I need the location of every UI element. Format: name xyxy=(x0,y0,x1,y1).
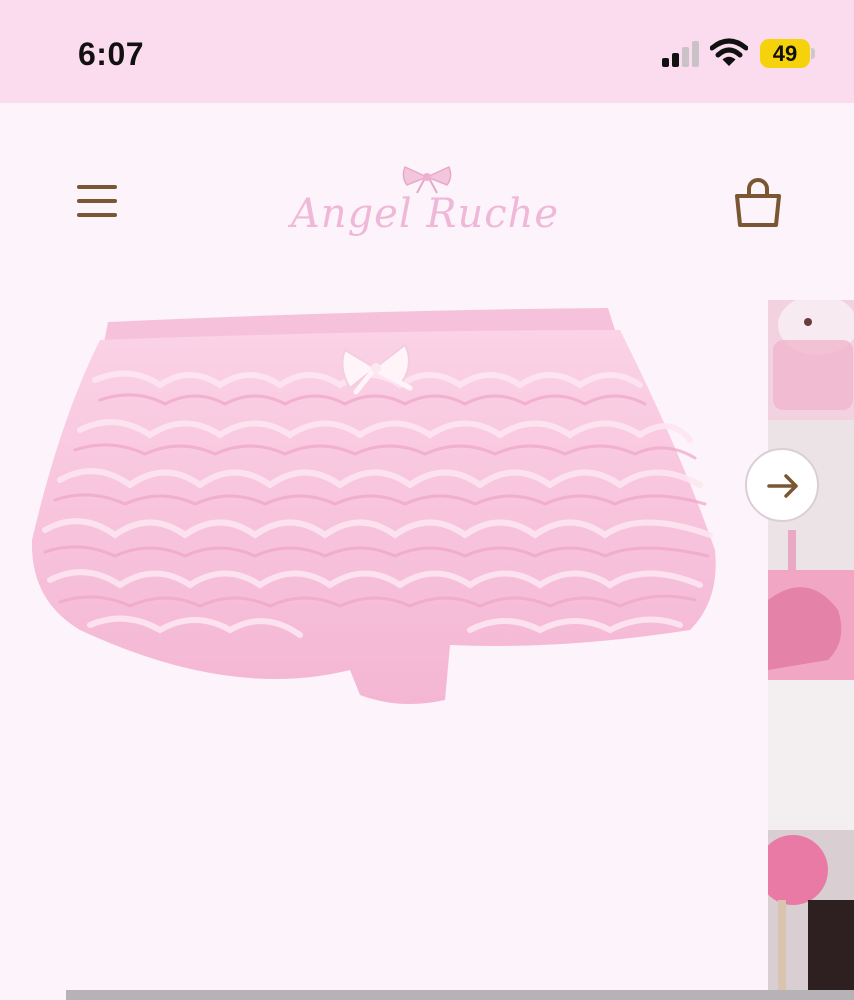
product-image-ruffle-shorts[interactable] xyxy=(0,300,768,990)
battery-tip xyxy=(811,48,815,59)
site-header: Angel Ruche xyxy=(0,103,854,300)
battery-icon: 49 xyxy=(760,39,810,68)
next-product-image-preview[interactable] xyxy=(768,300,854,990)
horizontal-scrollbar[interactable] xyxy=(66,990,854,1000)
status-time: 6:07 xyxy=(78,36,145,72)
next-image-button[interactable] xyxy=(745,448,819,522)
shopping-bag-icon[interactable] xyxy=(732,177,784,229)
brand-logo[interactable]: Angel Ruche xyxy=(280,191,570,237)
wifi-icon xyxy=(710,38,748,66)
arrow-right-icon xyxy=(767,474,798,498)
menu-icon-bar xyxy=(77,213,117,217)
signal-icon xyxy=(662,41,699,67)
menu-button[interactable] xyxy=(74,183,120,223)
menu-icon xyxy=(77,185,117,189)
menu-icon-bar xyxy=(77,199,117,203)
scroll-track xyxy=(0,990,66,1000)
status-bar: 6:07 49 xyxy=(0,0,854,103)
product-gallery[interactable] xyxy=(0,300,854,990)
